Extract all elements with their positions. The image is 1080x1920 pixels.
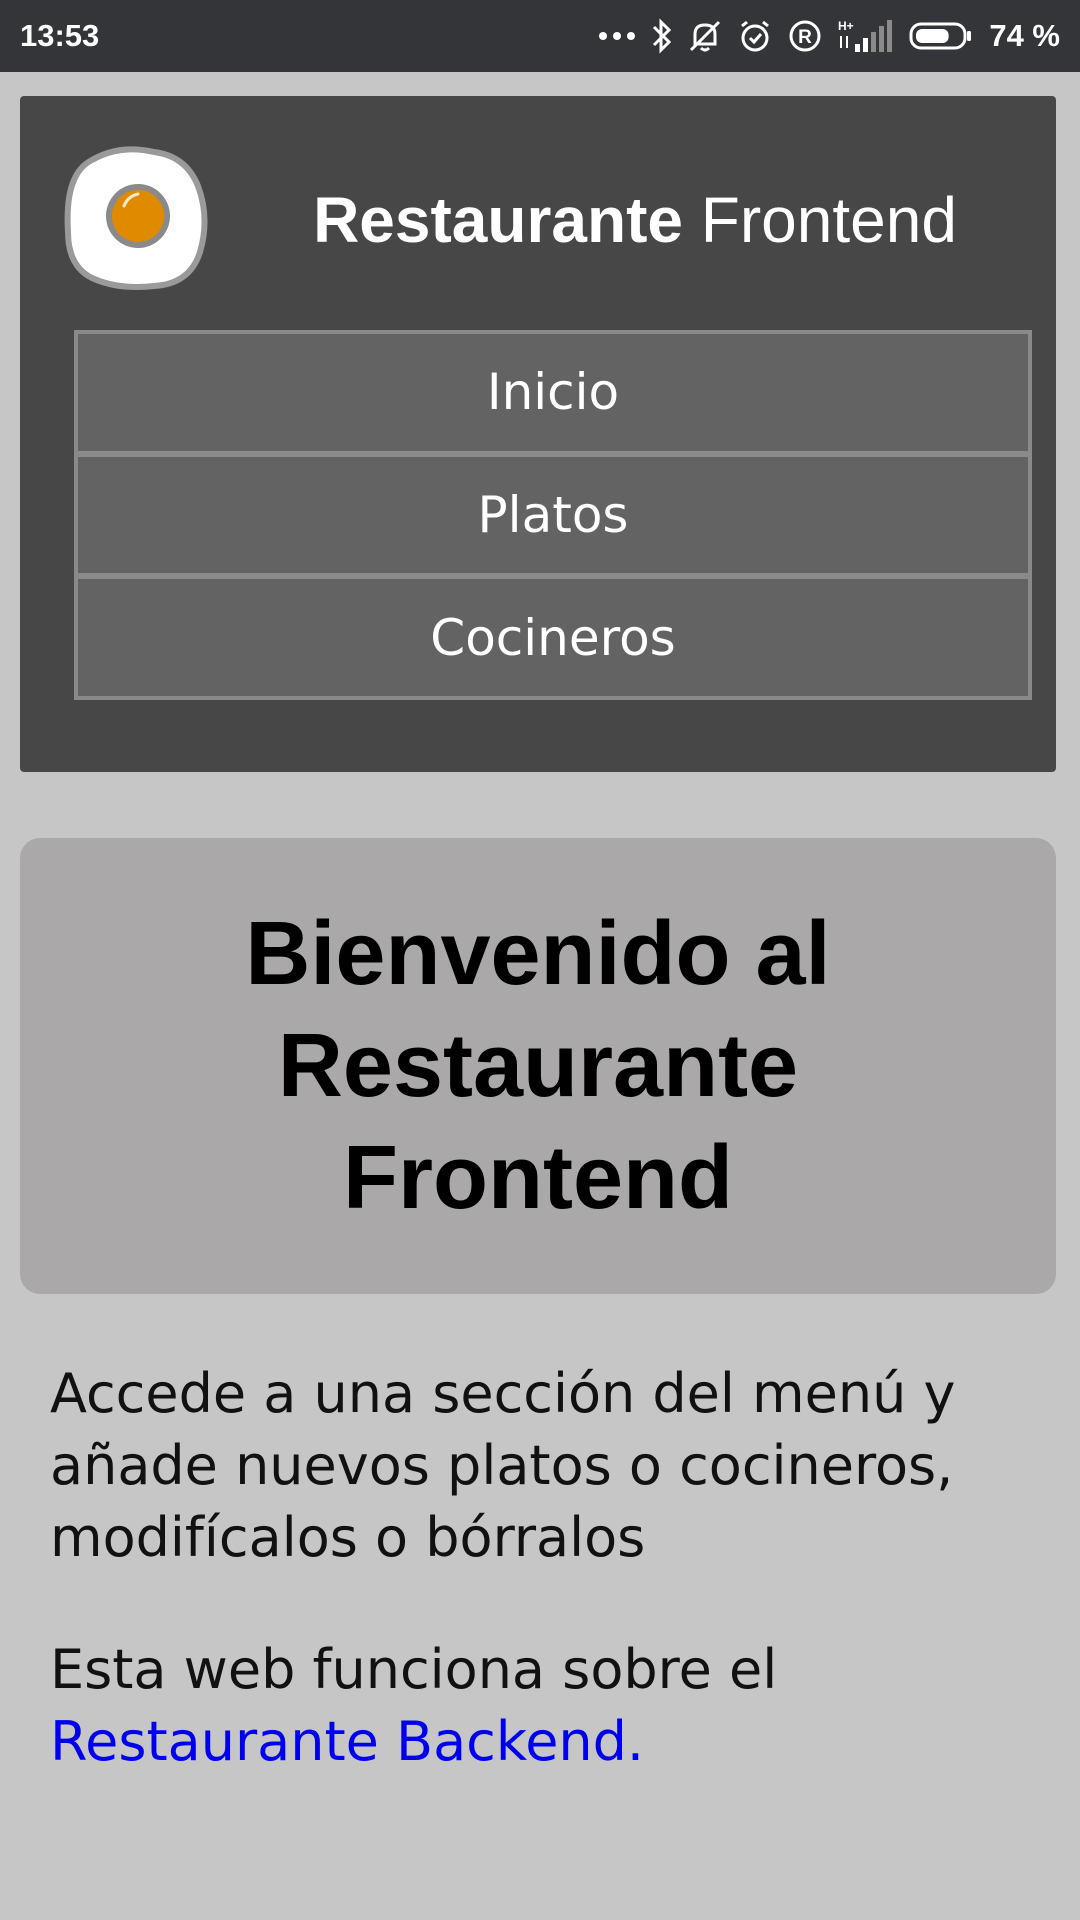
battery-level-fill [916, 29, 949, 43]
svg-text:R: R [798, 27, 812, 48]
nav-item-cocineros[interactable]: Cocineros [78, 579, 1028, 697]
backend-link[interactable]: Restaurante Backend. [50, 1710, 644, 1773]
nav-item-inicio[interactable]: Inicio [78, 334, 1028, 451]
registered-icon: R [787, 18, 823, 54]
welcome-title: Bienvenido al Restaurante Frontend [245, 904, 831, 1228]
nav-item-platos[interactable]: Platos [78, 456, 1028, 574]
main-nav: Inicio Platos Cocineros [74, 330, 1032, 700]
welcome-banner: Bienvenido al Restaurante Frontend [20, 838, 1056, 1294]
status-time: 13:53 [20, 18, 100, 53]
egg-yolk [112, 190, 164, 242]
site-header: Restaurante Frontend Inicio Platos Cocin… [20, 96, 1056, 772]
intro-paragraph: Accede a una sección del menú y añade nu… [50, 1362, 956, 1569]
alarm-icon [737, 18, 773, 54]
status-bar: 13:53 R H+ 74 % [0, 0, 1080, 72]
brand-title-bold: Restaurante [313, 184, 683, 256]
battery-percent: 74 % [989, 18, 1060, 53]
status-icons: R H+ 74 % [597, 18, 1060, 54]
more-dots-icon [597, 30, 637, 42]
silent-icon [687, 18, 723, 54]
battery-icon [909, 21, 973, 51]
fried-egg-icon[interactable] [62, 142, 212, 292]
signal-icon: H+ [837, 18, 895, 54]
backend-paragraph: Esta web funciona sobre el Restaurante B… [50, 1634, 1040, 1778]
brand-title[interactable]: Restaurante Frontend [220, 188, 1050, 252]
bluetooth-icon [651, 18, 673, 54]
backend-prefix: Esta web funciona sobre el [50, 1638, 778, 1701]
brand-title-regular: Frontend [700, 184, 957, 256]
network-type-label: H+ [838, 19, 854, 33]
